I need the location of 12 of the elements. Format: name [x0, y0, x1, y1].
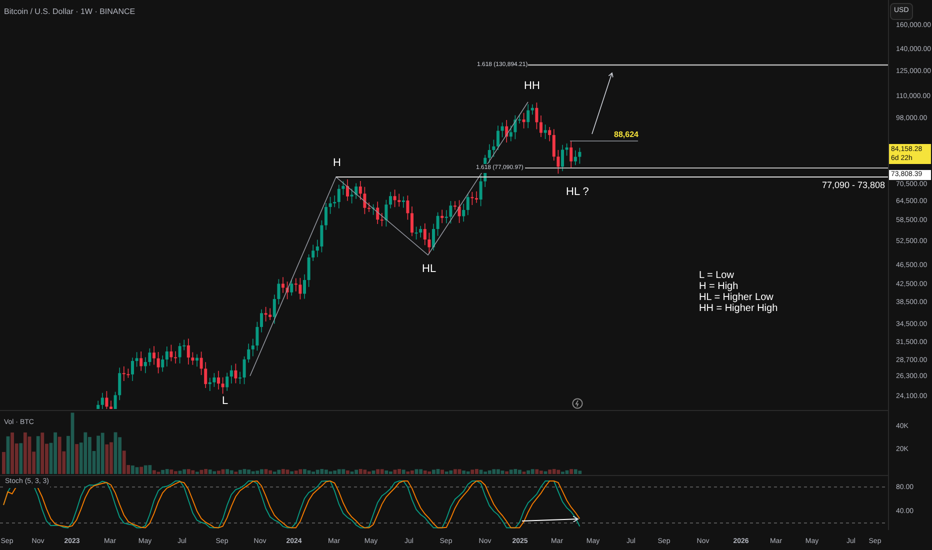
- legend-text: L = Low: [699, 270, 735, 281]
- pivot-label: L: [222, 394, 228, 409]
- legend-text: HL = Higher Low: [699, 292, 774, 303]
- target-price-label: 88,624: [614, 129, 638, 141]
- pivot-label: HH: [524, 79, 540, 94]
- pivot-label: H: [333, 156, 341, 171]
- pivot-label: HL ?: [566, 185, 589, 200]
- pivot-label: HL: [422, 262, 436, 277]
- legend-text: HH = Higher High: [699, 303, 778, 314]
- chart-title: Bitcoin / U.S. Dollar · 1W · BINANCE: [4, 6, 136, 18]
- legend-text: H = High: [699, 281, 740, 292]
- range-label: 77,090 - 73,808: [822, 179, 885, 192]
